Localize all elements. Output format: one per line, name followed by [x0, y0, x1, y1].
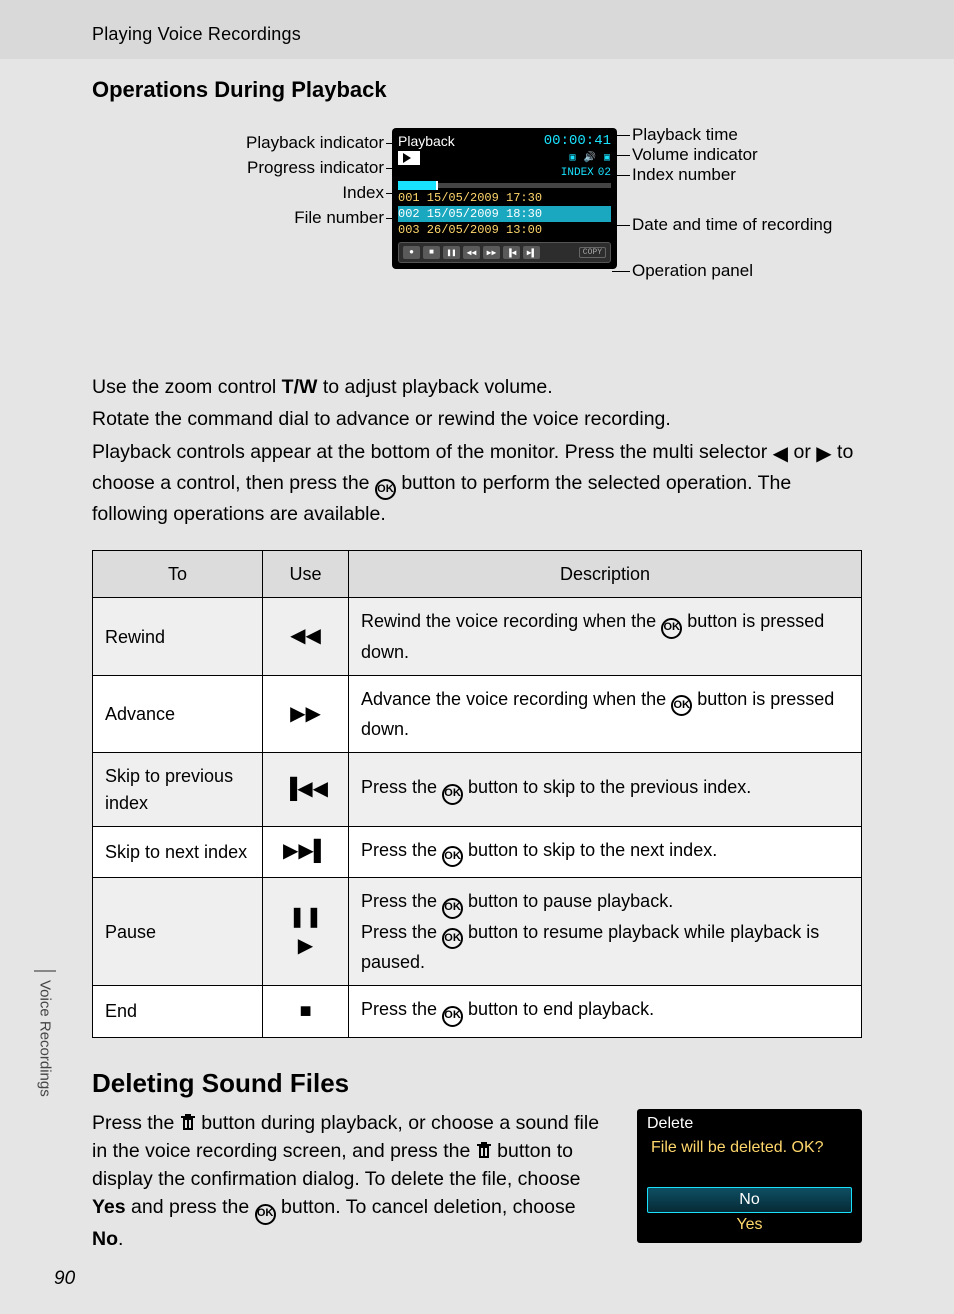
th-use: Use — [263, 551, 349, 598]
table-row: Advance ▶▶ Advance the voice recording w… — [93, 675, 862, 753]
stop-icon: ■ — [263, 986, 349, 1037]
tw-label: T/W — [282, 376, 318, 398]
no-text: No — [92, 1228, 118, 1250]
lcd-time: 00:00:41 — [544, 133, 611, 149]
cell-to: Rewind — [93, 598, 263, 676]
advance-icon: ▶▶ — [263, 675, 349, 753]
lcd-index-label: INDEX — [561, 167, 594, 179]
label-operation-panel: Operation panel — [632, 261, 753, 281]
cell-to: Pause — [93, 878, 263, 986]
panel-rec-icon: ● — [403, 246, 420, 259]
lcd-file-1: 001 15/05/2009 17:30 — [398, 190, 611, 206]
panel-next-icon: ▶▌ — [523, 246, 540, 259]
cell-to: End — [93, 986, 263, 1037]
cell-desc: Press the OK button to skip to the previ… — [349, 753, 862, 826]
volume-icons: ▣ 🔊 ▣ — [570, 152, 612, 164]
panel-stop-icon: ■ — [423, 246, 440, 259]
lcd-progress — [398, 183, 611, 188]
pause-icon: ❚❚ ▶ — [263, 878, 349, 986]
dialog-option-no[interactable]: No — [647, 1187, 852, 1213]
panel-pause-icon: ❚❚ — [443, 246, 460, 259]
label-progress-indicator: Progress indicator — [247, 158, 384, 178]
panel-prev-icon: ▐◀ — [503, 246, 520, 259]
dialog-title: Delete — [637, 1115, 862, 1137]
ok-icon: OK — [442, 928, 463, 949]
lcd-screen: Playback 00:00:41 ▣ 🔊 ▣ INDEX 02 001 15/… — [392, 128, 617, 269]
txt: or — [788, 441, 816, 463]
panel-fwd-icon: ▶▶ — [483, 246, 500, 259]
body-text: Use the zoom control T/W to adjust playb… — [0, 373, 954, 1038]
txt: Rotate the command dial to advance or re… — [92, 405, 862, 433]
table-row: Rewind ◀◀ Rewind the voice recording whe… — [93, 598, 862, 676]
cell-desc: Press the OK button to end playback. — [349, 986, 862, 1037]
th-to: To — [93, 551, 263, 598]
ok-icon: OK — [255, 1204, 276, 1225]
label-volume-indicator: Volume indicator — [632, 145, 758, 165]
ok-icon: OK — [442, 846, 463, 867]
lcd-title: Playback — [398, 133, 455, 149]
txt: Playback controls appear at the bottom o… — [92, 441, 773, 463]
side-tab-label: Voice Recordings — [37, 972, 54, 1097]
panel-rewind-icon: ◀◀ — [463, 246, 480, 259]
page-header: Playing Voice Recordings — [0, 0, 954, 59]
skip-prev-icon: ▐◀◀ — [263, 753, 349, 826]
cell-desc: Rewind the voice recording when the OK b… — [349, 598, 862, 676]
cell-desc: Press the OK button to skip to the next … — [349, 826, 862, 877]
th-desc: Description — [349, 551, 862, 598]
ok-icon: OK — [442, 898, 463, 919]
right-arrow-icon: ▶ — [816, 440, 831, 469]
label-file-number: File number — [294, 208, 384, 228]
ok-icon: OK — [671, 695, 692, 716]
lcd-operation-panel: ● ■ ❚❚ ◀◀ ▶▶ ▐◀ ▶▌ COPY — [398, 242, 611, 263]
rewind-icon: ◀◀ — [263, 598, 349, 676]
play-icon — [398, 151, 420, 165]
cell-to: Skip to previous index — [93, 753, 263, 826]
ok-icon: OK — [661, 618, 682, 639]
side-tab: Voice Recordings — [34, 970, 56, 1150]
skip-next-icon: ▶▶▌ — [263, 826, 349, 877]
trash-icon — [476, 1142, 492, 1159]
cell-desc: Press the OK button to pause playback. P… — [349, 878, 862, 986]
lcd-file-3: 003 26/05/2009 13:00 — [398, 222, 611, 238]
label-date-time: Date and time of recording — [632, 215, 832, 235]
dialog-message: File will be deleted. OK? — [637, 1137, 862, 1187]
txt: to adjust playback volume. — [317, 376, 552, 398]
dialog-option-yes[interactable]: Yes — [647, 1213, 852, 1237]
table-row: End ■ Press the OK button to end playbac… — [93, 986, 862, 1037]
ok-icon: OK — [442, 784, 463, 805]
ok-icon: OK — [442, 1006, 463, 1027]
label-playback-time: Playback time — [632, 125, 738, 145]
page-number: 90 — [54, 1268, 75, 1290]
txt: Use the zoom control — [92, 376, 282, 398]
lcd-index-value: 02 — [598, 167, 611, 179]
delete-dialog: Delete File will be deleted. OK? No Yes — [637, 1109, 862, 1243]
label-index: Index — [342, 183, 384, 203]
trash-icon — [180, 1114, 196, 1131]
panel-copy-label: COPY — [579, 247, 606, 258]
table-row: Pause ❚❚ ▶ Press the OK button to pause … — [93, 878, 862, 986]
yes-text: Yes — [92, 1196, 126, 1218]
table-row: Skip to previous index ▐◀◀ Press the OK … — [93, 753, 862, 826]
delete-paragraph: Press the button during playback, or cho… — [92, 1109, 609, 1254]
lcd-file-2: 002 15/05/2009 18:30 — [398, 206, 611, 222]
section-title-deleting: Deleting Sound Files — [92, 1068, 862, 1099]
label-index-number: Index number — [632, 165, 736, 185]
cell-desc: Advance the voice recording when the OK … — [349, 675, 862, 753]
left-arrow-icon: ◀ — [773, 440, 788, 469]
playback-diagram: Playback indicator Progress indicator In… — [92, 123, 862, 353]
label-playback-indicator: Playback indicator — [246, 133, 384, 153]
cell-to: Skip to next index — [93, 826, 263, 877]
cell-to: Advance — [93, 675, 263, 753]
table-row: Skip to next index ▶▶▌ Press the OK butt… — [93, 826, 862, 877]
section-title-operations: Operations During Playback — [92, 77, 954, 103]
ok-icon: OK — [375, 479, 396, 500]
operations-table: To Use Description Rewind ◀◀ Rewind the … — [92, 550, 862, 1037]
